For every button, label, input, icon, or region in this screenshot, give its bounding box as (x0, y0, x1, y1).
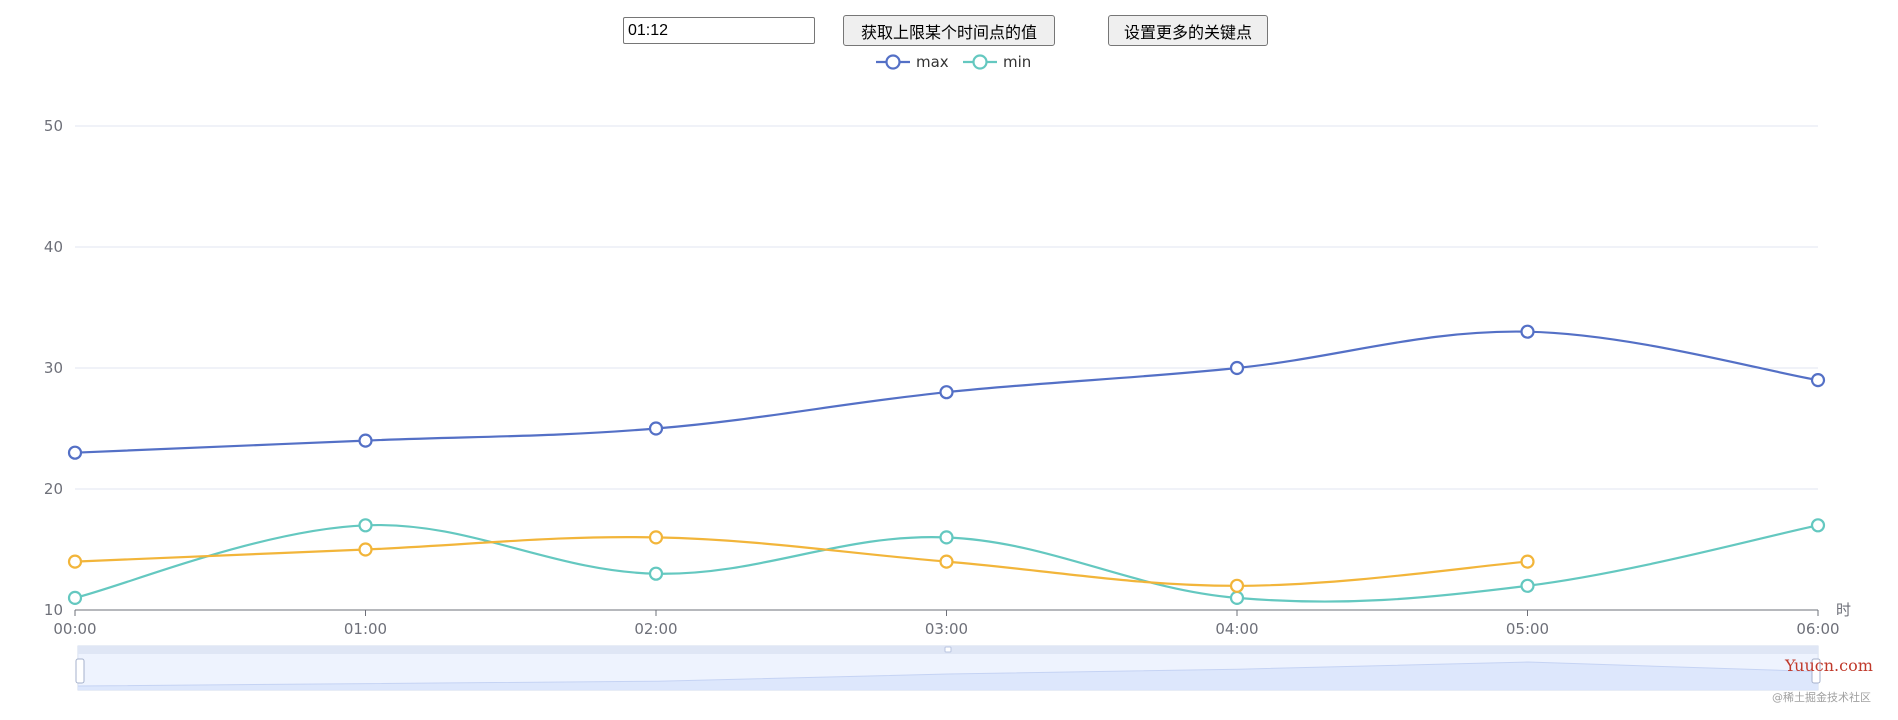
data-point (1520, 554, 1535, 569)
data-point (939, 385, 954, 400)
x-tick-label: 02:00 (634, 620, 677, 638)
y-tick-label: 50 (44, 117, 63, 135)
data-point (1810, 373, 1826, 388)
x-tick-label: 06:00 (1796, 620, 1839, 638)
legend: max min (876, 53, 1031, 71)
line-chart: 10 20 30 40 50 00:00 01:00 02:00 03:00 04:00 05:00… (44, 53, 1851, 691)
data-point (648, 530, 664, 545)
x-tick-label: 00:00 (53, 620, 96, 638)
zoom-left-handle[interactable] (75, 658, 85, 684)
x-tick-label: 01:00 (344, 620, 387, 638)
y-tick-label: 20 (44, 480, 63, 498)
x-axis-name: 时 (1836, 601, 1851, 619)
watermark-credit: @稀土掘金技术社区 (1772, 691, 1871, 704)
data-point (1229, 578, 1245, 593)
y-tick-label: 10 (44, 601, 63, 619)
data-point (939, 554, 954, 569)
data-point (67, 554, 83, 569)
legend-label-max: max (916, 53, 949, 71)
x-tick-label: 03:00 (925, 620, 968, 638)
grid-lines (75, 125, 1818, 490)
series-line-series-3 (74, 535, 1528, 587)
chart-page: 获取上限某个时间点的值 设置更多的关键点 102030405000:0001:0… (0, 0, 1898, 720)
data-point (1229, 360, 1245, 376)
data-point (1520, 324, 1535, 339)
x-tick-label: 04:00 (1215, 620, 1258, 638)
data-zoom-slider[interactable] (75, 645, 1821, 691)
data-point (648, 566, 664, 581)
data-point (67, 590, 83, 606)
data-point (1229, 590, 1245, 606)
watermark-site: Yuucn.com (1785, 656, 1873, 675)
zoom-move-handle (944, 646, 952, 653)
legend-label-min: min (1003, 53, 1031, 71)
data-point (358, 518, 373, 533)
data-point (67, 445, 83, 460)
y-tick-label: 30 (44, 359, 63, 377)
legend-marker (885, 54, 901, 70)
data-point (1810, 518, 1826, 533)
data-point (648, 421, 664, 436)
data-point (358, 542, 373, 557)
y-tick-label: 40 (44, 238, 63, 256)
zoom-window (78, 654, 1818, 690)
legend-marker (972, 54, 988, 70)
x-tick-label: 05:00 (1506, 620, 1549, 638)
data-point (358, 433, 373, 448)
data-point (939, 530, 954, 545)
series-lines (67, 324, 1826, 606)
data-point (1520, 578, 1535, 593)
